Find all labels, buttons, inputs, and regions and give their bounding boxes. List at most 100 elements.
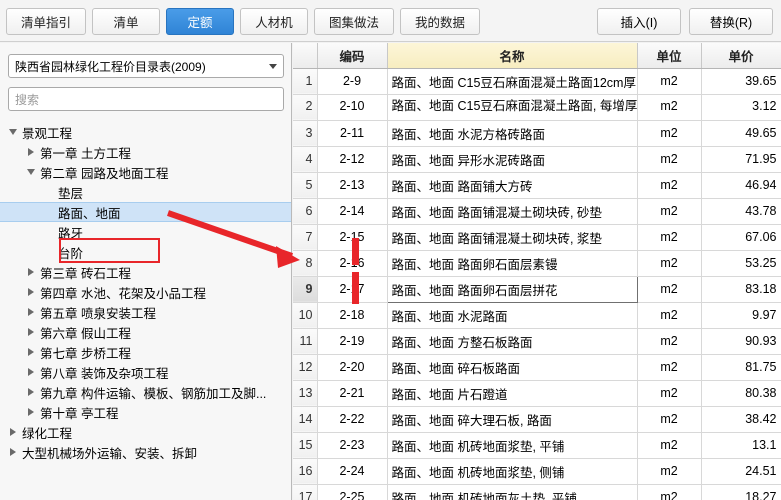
table-row[interactable]: 11 2-19 路面、地面 方整石板路面 m2 90.93 [293,328,781,355]
row-number-cell[interactable]: 2 [293,94,318,121]
chevron-down-icon[interactable] [6,122,20,142]
price-cell[interactable]: 38.42 [701,406,781,433]
name-cell[interactable]: 路面、地面 路面卵石面层素镘 [387,250,638,277]
col-header-rownum[interactable] [293,43,318,69]
search-input[interactable]: 搜索 [8,87,284,111]
table-row[interactable]: 7 2-15 路面、地面 路面铺混凝土砌块砖, 浆垫 m2 67.06 [293,224,781,251]
tree-item[interactable]: 台阶 [0,242,291,262]
code-cell[interactable]: 2-22 [317,406,388,433]
tree-item[interactable]: 路面、地面 [0,202,291,222]
row-number-cell[interactable]: 10 [293,302,318,329]
row-number-cell[interactable]: 13 [293,380,318,407]
code-cell[interactable]: 2-17 [317,276,388,303]
unit-cell[interactable]: m2 [637,328,702,355]
unit-cell[interactable]: m2 [637,94,702,121]
price-cell[interactable]: 83.18 [701,276,781,303]
name-cell[interactable]: 路面、地面 C15豆石麻面混凝土路面12cm厚 [387,68,638,95]
tree-item[interactable]: 大型机械场外运输、安装、拆卸 [0,442,291,462]
row-number-cell[interactable]: 6 [293,198,318,225]
name-cell[interactable]: 路面、地面 碎大理石板, 路面 [387,406,638,433]
col-header-code[interactable]: 编码 [317,43,388,69]
replace-button[interactable]: 替换(R) [689,8,773,35]
unit-cell[interactable]: m2 [637,484,702,500]
chevron-right-icon[interactable] [24,302,38,322]
code-cell[interactable]: 2-23 [317,432,388,459]
unit-cell[interactable]: m2 [637,120,702,147]
row-number-cell[interactable]: 9 [293,276,318,303]
name-cell[interactable]: 路面、地面 路面铺混凝土砌块砖, 浆垫 [387,224,638,251]
chevron-down-icon[interactable] [24,162,38,182]
table-row[interactable]: 4 2-12 路面、地面 异形水泥砖路面 m2 71.95 [293,146,781,173]
tab-tujizuofa[interactable]: 图集做法 [314,8,395,35]
tree-item[interactable]: 第八章 装饰及杂项工程 [0,362,291,382]
chevron-right-icon[interactable] [24,382,38,402]
unit-cell[interactable]: m2 [637,380,702,407]
price-cell[interactable]: 90.93 [701,328,781,355]
tree-item[interactable]: 第十章 亭工程 [0,402,291,422]
row-number-cell[interactable]: 11 [293,328,318,355]
tree-item[interactable]: 第一章 土方工程 [0,142,291,162]
price-cell[interactable]: 18.27 [701,484,781,500]
chevron-right-icon[interactable] [24,142,38,162]
price-cell[interactable]: 9.97 [701,302,781,329]
catalog-select[interactable]: 陕西省园林绿化工程价目录表(2009) [8,54,284,78]
name-cell[interactable]: 路面、地面 方整石板路面 [387,328,638,355]
code-cell[interactable]: 2-21 [317,380,388,407]
row-number-cell[interactable]: 4 [293,146,318,173]
code-cell[interactable]: 2-13 [317,172,388,199]
table-row[interactable]: 14 2-22 路面、地面 碎大理石板, 路面 m2 38.42 [293,406,781,433]
tab-wodeshuju[interactable]: 我的数据 [400,8,481,35]
col-header-unit[interactable]: 单位 [637,43,702,69]
code-cell[interactable]: 2-15 [317,224,388,251]
name-cell[interactable]: 路面、地面 水泥方格砖路面 [387,120,638,147]
code-cell[interactable]: 2-16 [317,250,388,277]
price-cell[interactable]: 43.78 [701,198,781,225]
price-cell[interactable]: 67.06 [701,224,781,251]
unit-cell[interactable]: m2 [637,146,702,173]
table-row[interactable]: 8 2-16 路面、地面 路面卵石面层素镘 m2 53.25 [293,250,781,277]
row-number-cell[interactable]: 16 [293,458,318,485]
name-cell[interactable]: 路面、地面 碎石板路面 [387,354,638,381]
row-number-cell[interactable]: 5 [293,172,318,199]
row-number-cell[interactable]: 17 [293,484,318,500]
tree-item[interactable]: 第二章 园路及地面工程 [0,162,291,182]
tree-item[interactable]: 景观工程 [0,122,291,142]
price-cell[interactable]: 3.12 [701,94,781,121]
name-cell[interactable]: 路面、地面 异形水泥砖路面 [387,146,638,173]
col-header-price[interactable]: 单价 [701,43,781,69]
table-row[interactable]: 3 2-11 路面、地面 水泥方格砖路面 m2 49.65 [293,120,781,147]
insert-button[interactable]: 插入(I) [597,8,681,35]
table-row[interactable]: 16 2-24 路面、地面 机砖地面浆垫, 侧铺 m2 24.51 [293,458,781,485]
tree-item[interactable]: 第九章 构件运输、模板、钢筋加工及脚... [0,382,291,402]
table-row[interactable]: 17 2-25 路面、地面 机砖地面灰土垫, 平铺 m2 18.27 [293,484,781,500]
row-number-cell[interactable]: 15 [293,432,318,459]
code-cell[interactable]: 2-19 [317,328,388,355]
name-cell[interactable]: 路面、地面 路面铺混凝土砌块砖, 砂垫 [387,198,638,225]
price-cell[interactable]: 71.95 [701,146,781,173]
tree-item[interactable]: 第三章 砖石工程 [0,262,291,282]
table-row[interactable]: 15 2-23 路面、地面 机砖地面浆垫, 平铺 m2 13.1 [293,432,781,459]
code-cell[interactable]: 2-24 [317,458,388,485]
row-number-cell[interactable]: 7 [293,224,318,251]
price-cell[interactable]: 49.65 [701,120,781,147]
tab-qingdan-zhiyin[interactable]: 清单指引 [6,8,87,35]
chevron-right-icon[interactable] [24,282,38,302]
table-row[interactable]: 5 2-13 路面、地面 路面铺大方砖 m2 46.94 [293,172,781,199]
unit-cell[interactable]: m2 [637,68,702,95]
name-cell[interactable]: 路面、地面 C15豆石麻面混凝土路面, 每增厚 1cm [387,94,638,121]
tree-item[interactable]: 垫层 [0,182,291,202]
chevron-right-icon[interactable] [6,442,20,462]
price-cell[interactable]: 53.25 [701,250,781,277]
code-cell[interactable]: 2-18 [317,302,388,329]
row-number-cell[interactable]: 14 [293,406,318,433]
unit-cell[interactable]: m2 [637,302,702,329]
price-cell[interactable]: 81.75 [701,354,781,381]
price-cell[interactable]: 39.65 [701,68,781,95]
unit-cell[interactable]: m2 [637,276,702,303]
unit-cell[interactable]: m2 [637,354,702,381]
name-cell[interactable]: 路面、地面 路面铺大方砖 [387,172,638,199]
table-row[interactable]: 9 2-17 路面、地面 路面卵石面层拼花 m2 83.18 [293,275,781,303]
chevron-right-icon[interactable] [24,402,38,422]
name-cell[interactable]: 路面、地面 片石蹬道 [387,380,638,407]
unit-cell[interactable]: m2 [637,224,702,251]
